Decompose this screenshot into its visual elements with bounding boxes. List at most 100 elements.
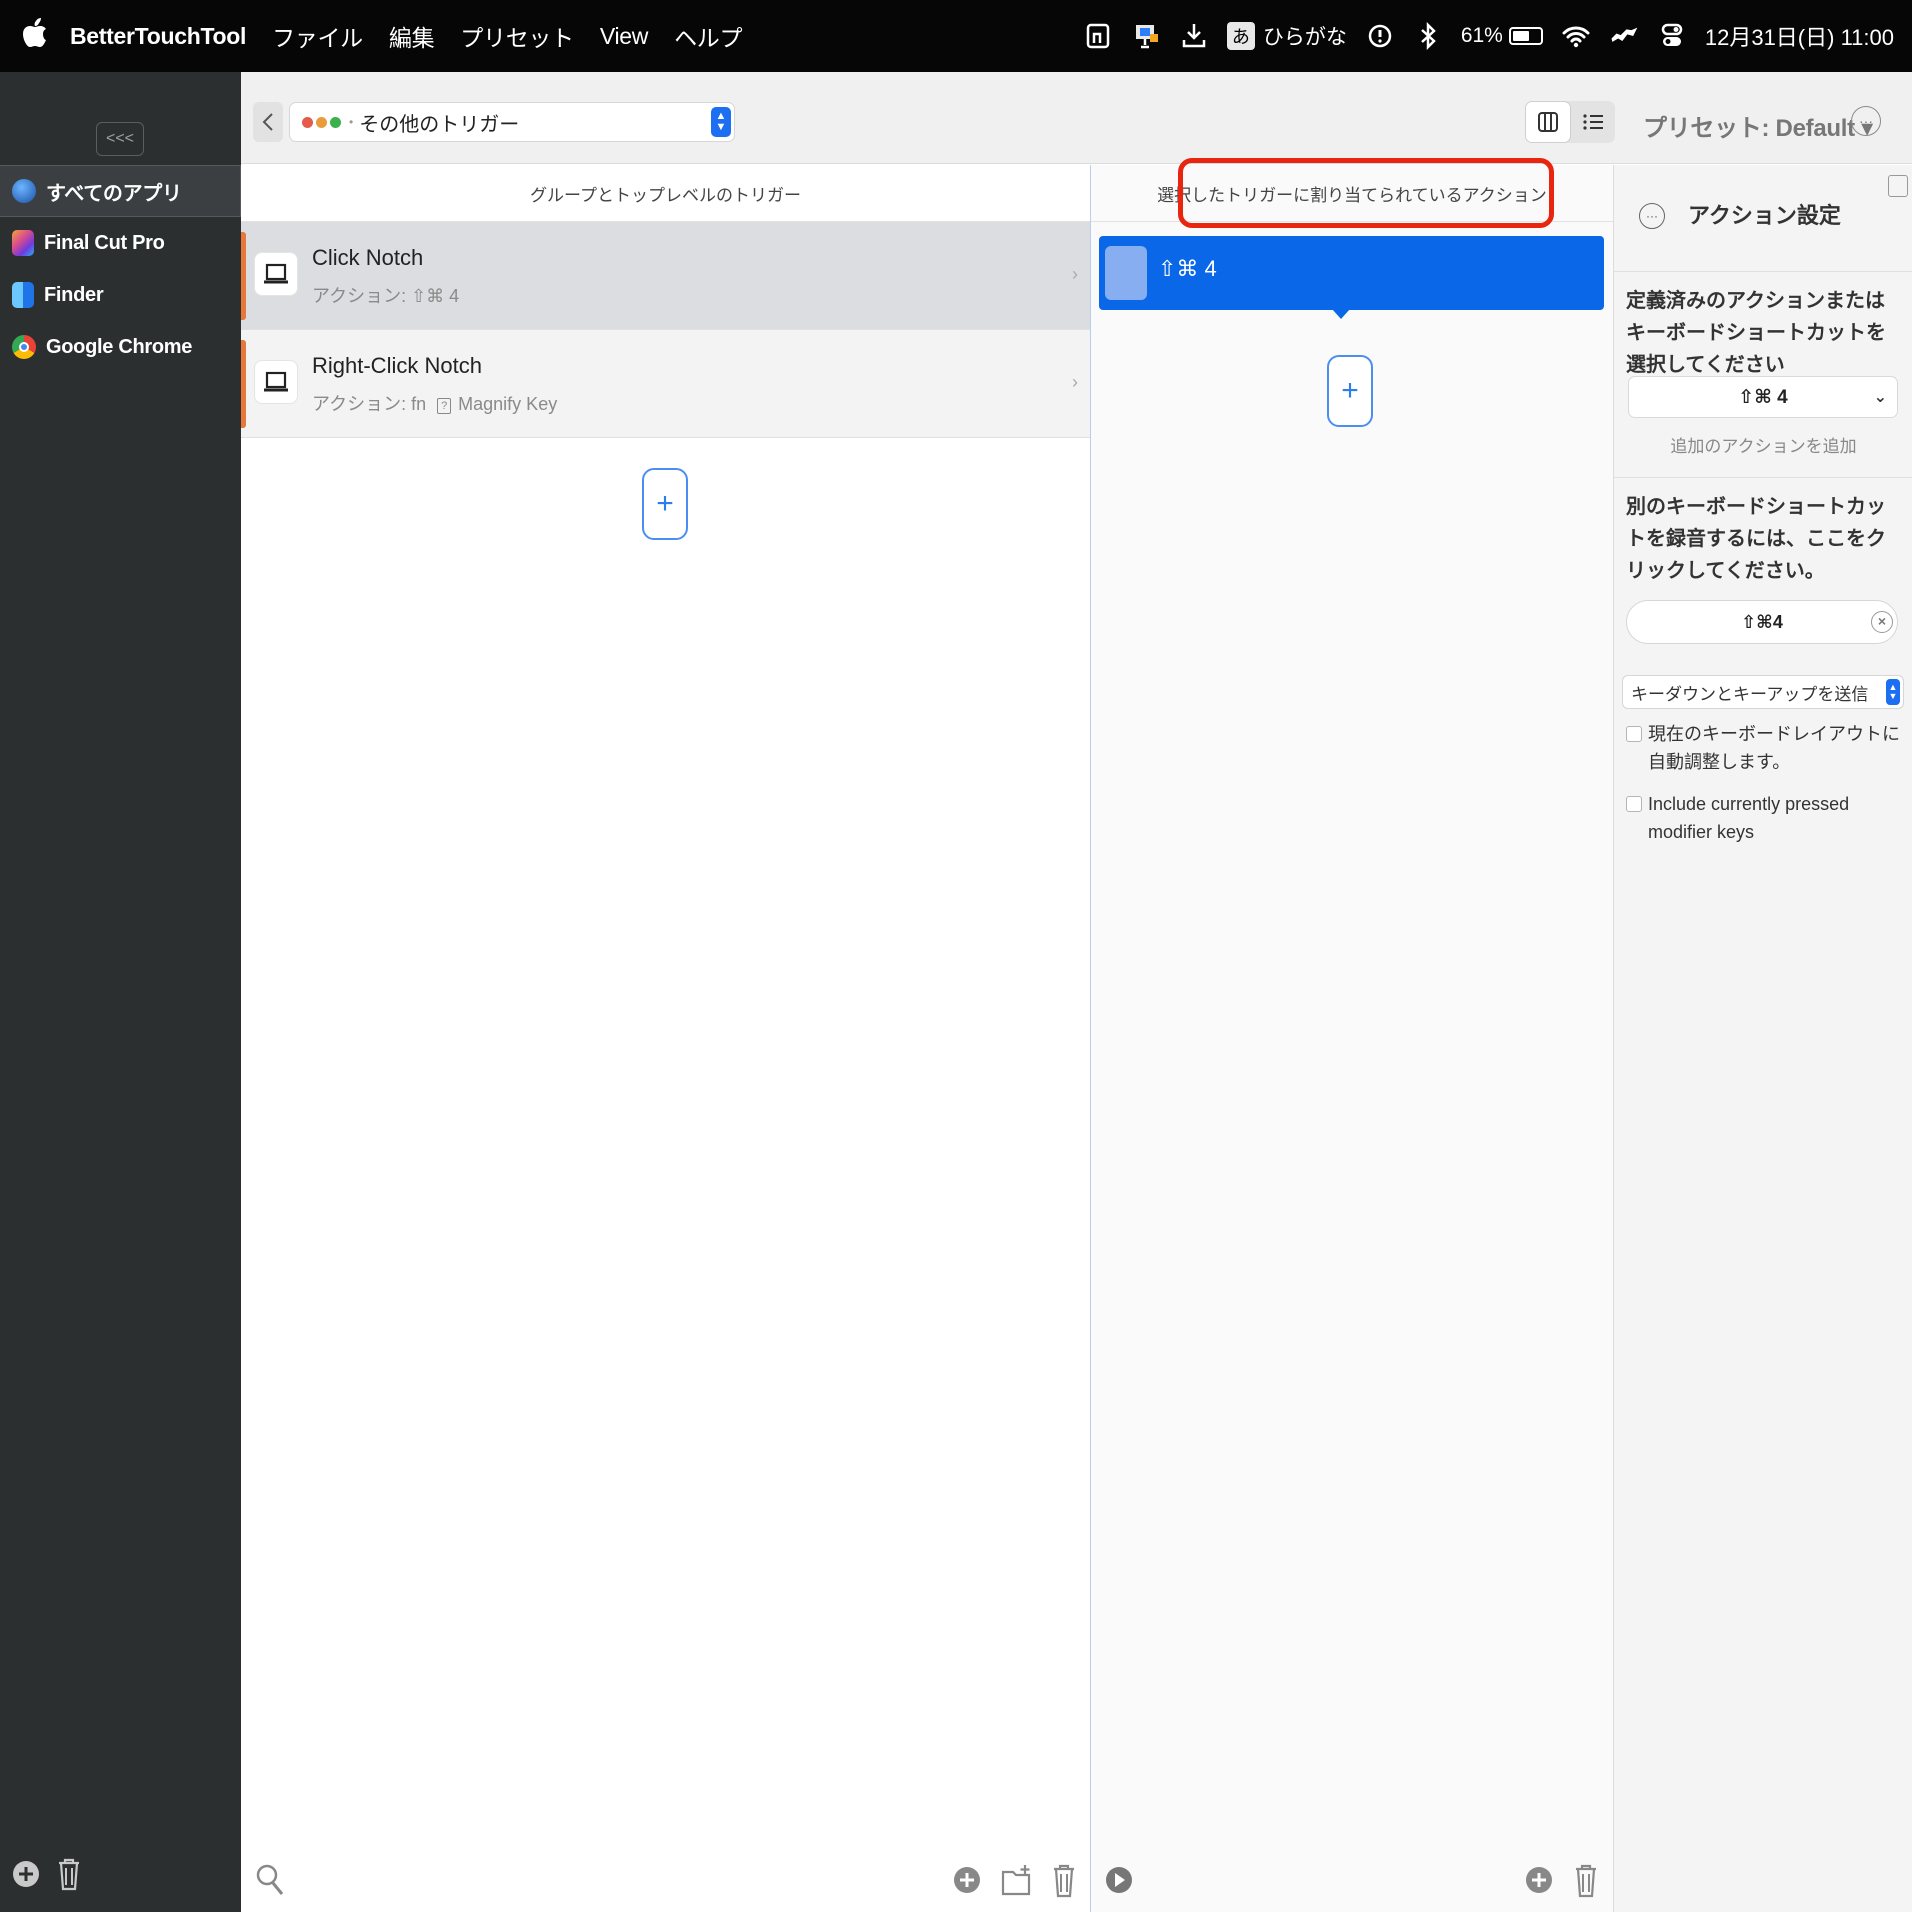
download-icon[interactable] — [1179, 21, 1209, 51]
globe-icon — [12, 179, 36, 203]
settings-title: アクション設定 — [1688, 203, 1841, 228]
trigger-subtitle: アクション: ⇧⌘ 4 — [312, 286, 460, 306]
back-button[interactable] — [253, 102, 283, 142]
trigger-row-click-notch[interactable]: Click Notch アクション: ⇧⌘ 4 › — [241, 222, 1090, 330]
auto-layout-checkbox[interactable] — [1626, 726, 1642, 742]
detach-window-icon[interactable] — [1888, 175, 1908, 197]
chrome-icon — [12, 335, 36, 359]
finder-icon — [12, 282, 34, 308]
control-center-icon[interactable] — [1657, 21, 1687, 51]
alert-clock-icon[interactable] — [1365, 21, 1395, 51]
select-stepper-icon: ▲ ▼ — [1886, 679, 1900, 705]
laptop-icon — [254, 252, 298, 296]
preset-selector[interactable]: プリセット: Default ▾ — [1643, 108, 1873, 143]
triggers-panel: グループとトップレベルのトリガー Click Notch アクション: ⇧⌘ 4… — [241, 165, 1090, 1912]
bullet-icon: • — [349, 115, 354, 129]
app-item-label: Final Cut Pro — [44, 231, 165, 254]
app-item-label: すべてのアプリ — [46, 182, 182, 205]
trigger-subtitle: アクション: fn ? Magnify Key — [312, 390, 557, 416]
action-label: ⇧⌘ 4 — [1158, 256, 1217, 281]
menu-view[interactable]: View — [600, 23, 649, 50]
select-stepper-icon: ▲ ▼ — [711, 107, 731, 137]
trash-icon[interactable] — [56, 1857, 82, 1896]
trash-icon[interactable] — [1051, 1862, 1077, 1903]
shortcut-recorder-field[interactable]: ⇧⌘4 × — [1626, 600, 1898, 644]
app-list: すべてのアプリ Final Cut Pro Finder Google Chro… — [0, 165, 241, 373]
trigger-row-right-click-notch[interactable]: Right-Click Notch アクション: fn ? Magnify Ke… — [241, 330, 1090, 438]
clear-shortcut-icon[interactable]: × — [1871, 611, 1893, 633]
add-action-button[interactable]: + — [1327, 355, 1373, 427]
predefined-action-section: 定義済みのアクションまたはキーボードショートカットを選択してください ⇧⌘ 4 … — [1614, 273, 1912, 478]
battery-icon[interactable] — [1508, 27, 1543, 45]
modifier-keys-checkbox[interactable] — [1626, 796, 1642, 812]
traffic-dots-icon — [302, 116, 341, 128]
menu-help[interactable]: ヘルプ — [674, 19, 742, 53]
play-icon[interactable] — [1105, 1862, 1133, 1903]
trigger-title: Click Notch — [312, 245, 424, 270]
triggers-column-header: グループとトップレベルのトリガー — [241, 165, 1090, 222]
action-thumbnail — [1105, 246, 1147, 300]
add-action-icon[interactable] — [1525, 1862, 1553, 1903]
record-shortcut-prompt: 別のキーボードショートカットを録音するには、ここをクリックしてください。 — [1626, 496, 1886, 582]
wifi-icon[interactable] — [1561, 21, 1591, 51]
app-item-all-apps[interactable]: すべてのアプリ — [0, 165, 241, 217]
add-app-icon[interactable] — [12, 1860, 40, 1893]
bluetooth-icon[interactable] — [1413, 21, 1443, 51]
predefined-action-select[interactable]: ⇧⌘ 4 ⌄ — [1628, 376, 1898, 418]
recorded-shortcut-label: ⇧⌘4 — [1741, 611, 1783, 632]
input-method-icon[interactable]: あ — [1226, 22, 1255, 50]
view-mode-toggle — [1525, 101, 1615, 143]
trash-icon[interactable] — [1573, 1862, 1599, 1903]
app-item-finder[interactable]: Finder — [0, 269, 241, 321]
input-method-label[interactable]: ひらがな — [1263, 21, 1347, 51]
app-item-label: Finder — [44, 283, 104, 306]
add-folder-icon[interactable] — [1001, 1862, 1033, 1903]
trigger-category-select[interactable]: • その他のトリガー ▲ ▼ — [289, 102, 735, 142]
key-send-mode-select[interactable]: キーダウンとキーアップを送信 ▲ ▼ — [1622, 675, 1904, 709]
trigger-category-label: その他のトリガー — [359, 113, 520, 136]
column-view-button[interactable] — [1525, 101, 1571, 143]
action-settings-panel: ··· アクション設定 定義済みのアクションまたはキーボードショートカットを選択… — [1613, 165, 1912, 1912]
auto-layout-option: 現在のキーボードレイアウトに自動調整します。 — [1626, 720, 1906, 776]
menu-file[interactable]: ファイル — [272, 19, 363, 53]
trigger-color-bar — [241, 232, 246, 320]
clock[interactable]: 12月31日(日) 11:00 — [1705, 20, 1894, 52]
modifier-keys-option: Include currently pressed modifier keys — [1626, 790, 1906, 846]
list-view-button[interactable] — [1571, 101, 1615, 143]
menu-edit[interactable]: 編集 — [389, 19, 435, 53]
actions-column-header: 選択したトリガーに割り当てられているアクション — [1091, 165, 1613, 222]
collapse-sidebar-button[interactable]: <<< — [96, 122, 144, 156]
airplay-tablet-icon[interactable] — [1083, 21, 1113, 51]
search-icon[interactable] — [255, 1862, 285, 1903]
menu-bar: BetterTouchTool ファイル 編集 プリセット View ヘルプ あ… — [0, 0, 1912, 72]
settings-more-icon[interactable]: ··· — [1639, 203, 1665, 229]
auto-layout-label: 現在のキーボードレイアウトに自動調整します。 — [1648, 724, 1900, 772]
triggers-bottom-bar — [241, 1848, 1090, 1912]
main-toolbar: • その他のトリガー ▲ ▼ プリセット: Default ▾ ··· — [241, 72, 1912, 164]
status-area: あ ひらがな 61% 12月31日(日) 11:00 — [1083, 0, 1894, 72]
more-options-icon[interactable]: ··· — [1851, 106, 1881, 136]
app-item-final-cut-pro[interactable]: Final Cut Pro — [0, 217, 241, 269]
add-additional-action-link[interactable]: 追加のアクションを追加 — [1614, 432, 1912, 457]
menu-preset[interactable]: プリセット — [460, 19, 574, 53]
presentation-icon[interactable] — [1131, 21, 1161, 51]
action-item-shortcut[interactable]: ⇧⌘ 4 — [1099, 236, 1604, 310]
chevron-right-icon: › — [1072, 264, 1078, 284]
menu-app-name[interactable]: BetterTouchTool — [70, 23, 246, 50]
apple-menu-icon[interactable] — [22, 18, 58, 54]
app-sidebar: <<< すべてのアプリ Final Cut Pro Finder Google … — [0, 72, 241, 1912]
add-trigger-icon[interactable] — [953, 1862, 981, 1903]
sidebar-bottom-bar — [12, 1857, 82, 1896]
action-pointer-icon — [1332, 309, 1350, 319]
trigger-title: Right-Click Notch — [312, 353, 482, 378]
actions-panel: 選択したトリガーに割り当てられているアクション ⇧⌘ 4 + — [1090, 165, 1613, 1912]
runner-icon[interactable] — [1609, 21, 1639, 51]
actions-bottom-bar — [1091, 1848, 1613, 1912]
add-trigger-button[interactable]: + — [642, 468, 688, 540]
laptop-icon — [254, 360, 298, 404]
unknown-key-icon: ? — [437, 398, 452, 414]
trigger-subtitle-suffix: Magnify Key — [458, 394, 558, 414]
settings-header: ··· アクション設定 — [1614, 165, 1912, 272]
app-item-google-chrome[interactable]: Google Chrome — [0, 321, 241, 373]
trigger-color-bar — [241, 340, 246, 428]
